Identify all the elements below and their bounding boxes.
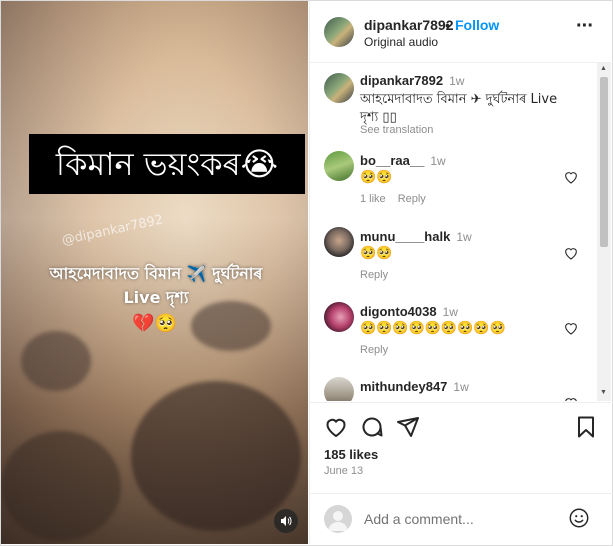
comment-username[interactable]: mithundey847 1w (360, 379, 469, 394)
comment-username[interactable]: digonto4038 1w (360, 304, 458, 319)
audio-label[interactable]: Original audio (364, 35, 438, 49)
caption-time: 1w (449, 74, 465, 88)
avatar[interactable] (324, 377, 354, 401)
post-side-panel: dipankar7892 • Follow Original audio ···… (309, 1, 613, 544)
separator-dot: • (445, 17, 450, 33)
avatar[interactable] (324, 151, 354, 181)
heart-icon[interactable] (563, 245, 579, 261)
avatar[interactable] (324, 227, 354, 257)
comments-list: dipankar7892 1w আহমেদাবাদত বিমান ✈ দুৰ্ঘট… (310, 63, 613, 401)
comment-username[interactable]: bo__raa__ 1w (360, 153, 446, 168)
see-translation-link[interactable]: See translation (360, 124, 433, 136)
comment-input[interactable] (362, 508, 566, 530)
video-caption-line1: আহমেদাবাদত বিমান ✈️ দুৰ্ঘটনাৰ (49, 264, 263, 283)
bookmark-icon[interactable] (574, 415, 598, 439)
comment-meta: 1 like Reply (360, 193, 438, 205)
header-username[interactable]: dipankar7892 (364, 17, 454, 33)
comment-time: 1w (442, 305, 458, 319)
reply-button[interactable]: Reply (360, 344, 388, 356)
scrollbar-thumb[interactable] (600, 77, 608, 247)
comment-time: 1w (430, 154, 446, 168)
post-video[interactable]: কিমান ভয়ংকৰ😭 @dipankar7892 আহমেদাবাদত ব… (1, 1, 308, 544)
avatar[interactable] (324, 73, 354, 103)
follow-button[interactable]: Follow (455, 17, 499, 33)
comment-time: 1w (456, 230, 472, 244)
comment-item: bo__raa__ 1w 🥺🥺 1 like Reply (310, 151, 600, 221)
comment-item: digonto4038 1w 🥺🥺🥺🥺🥺🥺🥺🥺🥺 Reply (310, 302, 600, 372)
more-horizontal-icon[interactable]: ··· (576, 15, 594, 38)
caption-item: dipankar7892 1w আহমেদাবাদত বিমান ✈ দুৰ্ঘট… (310, 73, 600, 143)
post-actions: 185 likes June 13 (310, 402, 613, 494)
speaker-icon[interactable] (274, 509, 298, 533)
comments-scrollbar[interactable]: ▲ ▼ (597, 63, 611, 401)
comment-time: 1w (453, 380, 469, 394)
avatar (324, 505, 352, 533)
share-icon[interactable] (396, 415, 420, 439)
comment-item: mithundey847 1w (310, 377, 600, 401)
comment-item: munu____halk 1w 🥺🥺 Reply (310, 227, 600, 297)
comment-username[interactable]: munu____halk 1w (360, 229, 472, 244)
scroll-up-arrow-icon[interactable]: ▲ (600, 65, 607, 72)
post-date[interactable]: June 13 (324, 465, 363, 477)
seat-shadow (1, 431, 121, 541)
reply-button[interactable]: Reply (398, 193, 426, 205)
comment-meta: Reply (360, 269, 400, 281)
avatar[interactable] (324, 17, 354, 47)
passenger-shadow (131, 381, 301, 531)
comment-likes[interactable]: 1 like (360, 193, 386, 205)
heart-icon[interactable] (563, 169, 579, 185)
emoji-icon[interactable] (568, 507, 590, 529)
post-header: dipankar7892 • Follow Original audio ··· (310, 1, 613, 63)
comment-text: 🥺🥺 (360, 170, 393, 185)
like-heart-icon[interactable] (324, 415, 348, 439)
video-emoji: 💔🥺 (132, 313, 177, 334)
reply-button[interactable]: Reply (360, 269, 388, 281)
video-title-overlay: কিমান ভয়ংকৰ😭 (29, 134, 305, 194)
scroll-down-arrow-icon[interactable]: ▼ (600, 389, 607, 396)
add-comment-bar (310, 493, 613, 544)
comment-text: 🥺🥺 (360, 246, 393, 261)
likes-count[interactable]: 185 likes (324, 447, 378, 462)
comment-meta: Reply (360, 344, 400, 356)
caption-username[interactable]: dipankar7892 1w (360, 73, 464, 88)
video-caption-line2: Live দৃশ্য (123, 288, 189, 307)
seat-shadow (21, 331, 91, 391)
heart-icon[interactable] (563, 395, 579, 401)
avatar[interactable] (324, 302, 354, 332)
heart-icon[interactable] (563, 320, 579, 336)
comment-icon[interactable] (360, 415, 384, 439)
comment-text: 🥺🥺🥺🥺🥺🥺🥺🥺🥺 (360, 321, 506, 336)
